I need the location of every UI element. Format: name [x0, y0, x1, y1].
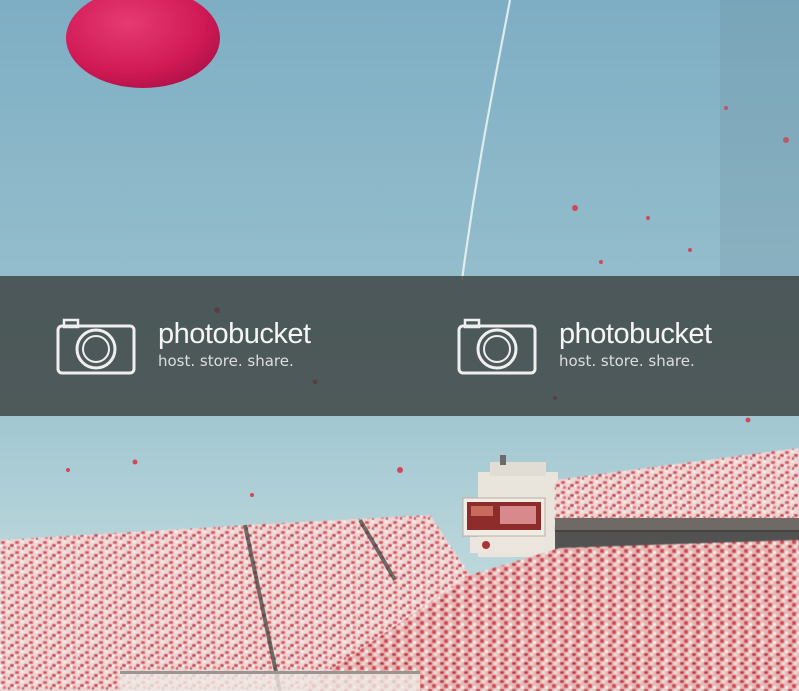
watermark-band: photobucket host. store. share. photobuc…	[0, 276, 799, 416]
watermark-logo: photobucket host. store. share.	[457, 316, 712, 376]
watermark-logo: photobucket host. store. share.	[56, 316, 311, 376]
brand-tagline: host. store. share.	[559, 352, 695, 370]
brand-name: photobucket	[158, 318, 311, 350]
brand-name: photobucket	[559, 318, 712, 350]
camera-icon	[457, 318, 537, 375]
brand-tagline: host. store. share.	[158, 352, 294, 370]
camera-icon	[56, 318, 136, 375]
